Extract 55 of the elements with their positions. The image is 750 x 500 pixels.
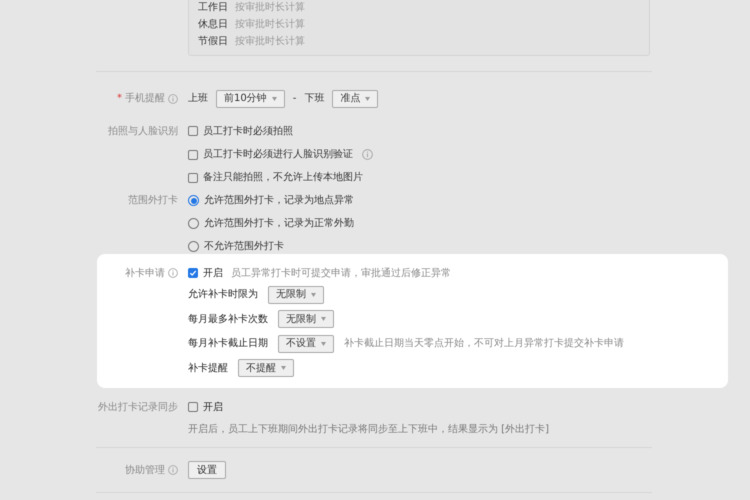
radio-button[interactable] [188, 218, 199, 229]
field-label: 范围外打卡 [128, 194, 178, 208]
dropdown[interactable]: 不提醒 [238, 359, 294, 377]
caret-icon [365, 96, 370, 100]
caret-icon [281, 366, 286, 370]
dropdown[interactable]: 前10分钟 [216, 90, 285, 108]
start-label: 上班 [188, 92, 208, 106]
info-icon [168, 465, 178, 475]
option-label[interactable]: 员工打卡时必须拍照 [203, 124, 293, 138]
option-label[interactable]: 不允许范围外打卡 [204, 239, 284, 254]
field-label: 拍照与人脸识别 [108, 124, 178, 138]
caret-icon [272, 96, 277, 100]
hint-text: 员工异常打卡时可提交申请，审批通过后修正异常 [231, 266, 451, 280]
day-type: 休息日 [198, 18, 228, 32]
dropdown[interactable]: 无限制 [278, 310, 334, 328]
dropdown[interactable]: 无限制 [268, 286, 324, 304]
info-icon [168, 268, 178, 278]
option-label[interactable]: 开启 [203, 400, 223, 414]
field-label: 外出打卡记录同步 [98, 400, 178, 414]
field-label: 手机提醒 [125, 92, 165, 106]
day-type: 节假日 [198, 34, 228, 49]
setting-label: 每月最多补卡次数 [188, 312, 268, 326]
radio-button[interactable] [188, 195, 199, 206]
settings-button[interactable]: 设置 [188, 461, 226, 479]
setting-label: 允许补卡时限为 [188, 288, 258, 302]
separator: - [292, 92, 296, 106]
rule-text: 按审批时长计算 [235, 34, 305, 49]
field-label: 补卡申请 [125, 266, 165, 280]
setting-label: 补卡提醒 [188, 362, 228, 376]
end-label: 下班 [304, 92, 324, 106]
required-mark: * [117, 92, 122, 106]
caret-icon [321, 342, 326, 346]
info-icon [168, 94, 178, 104]
rule-text: 按审批时长计算 [235, 18, 305, 32]
checkbox[interactable] [188, 268, 198, 278]
option-label[interactable]: 员工打卡时必须进行人脸识别验证 [203, 147, 353, 162]
checkbox[interactable] [188, 126, 198, 136]
checkbox[interactable] [188, 150, 198, 160]
option-label[interactable]: 允许范围外打卡，记录为地点异常 [204, 193, 354, 208]
option-label[interactable]: 允许范围外打卡，记录为正常外勤 [204, 216, 354, 231]
note-text: 补卡截止日期当天零点开始，不可对上月异常打卡提交补卡申请 [344, 336, 624, 351]
rule-text: 按审批时长计算 [235, 0, 305, 15]
field-label: 协助管理 [125, 464, 165, 478]
option-label[interactable]: 开启 [203, 266, 223, 280]
checkbox[interactable] [188, 172, 198, 182]
description-text: 开启后，员工上下班期间外出打卡记录将同步至上下班中，结果显示为 [外出打卡] [188, 422, 549, 436]
day-type: 工作日 [198, 1, 228, 15]
dropdown[interactable]: 不设置 [278, 334, 334, 352]
radio-button[interactable] [188, 241, 199, 252]
option-label[interactable]: 备注只能拍照，不允许上传本地图片 [203, 170, 363, 185]
caret-icon [321, 317, 326, 321]
checkbox[interactable] [188, 402, 198, 412]
setting-label: 每月补卡截止日期 [188, 336, 268, 351]
dropdown[interactable]: 准点 [332, 90, 378, 108]
caret-icon [311, 292, 316, 296]
